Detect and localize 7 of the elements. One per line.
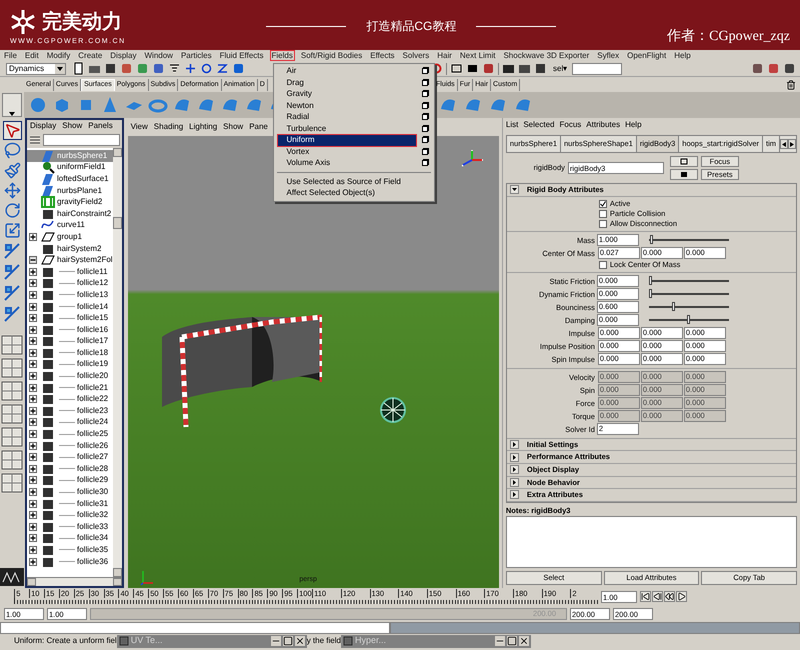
help-text: Uniform: Create a unform fiel — [14, 635, 117, 647]
logo-text: 完美动力 — [42, 12, 122, 32]
banner-slogan: 打造精品CG教程 — [366, 18, 456, 35]
window-title: UV Te... — [130, 634, 164, 648]
author-credit: 作者：CGpower_zqz — [667, 28, 790, 46]
help-text: y the field — [306, 635, 341, 647]
window-title: Hyper... — [354, 634, 387, 648]
